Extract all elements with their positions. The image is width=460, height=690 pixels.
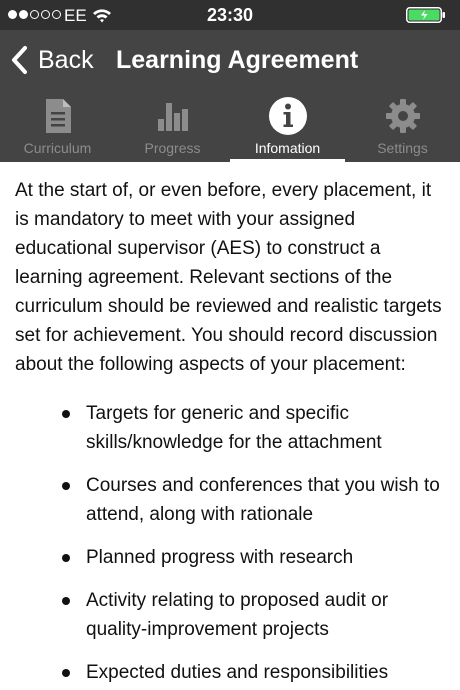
tab-label: Curriculum [23,140,92,156]
aspects-list: Targets for generic and specific skills/… [0,399,460,687]
document-icon [45,99,71,133]
tab-information[interactable]: Infomation [230,90,345,162]
list-item-text: Planned progress with research [86,547,354,568]
back-button[interactable]: Back [10,42,94,78]
back-button-label: Back [38,46,94,74]
tab-progress[interactable]: Progress [115,90,230,162]
list-item: Activity relating to proposed audit or q… [62,586,444,644]
list-item-text: Activity relating to proposed audit or q… [86,590,389,640]
screen: EE 23:30 Back Learning Agreement Curricu… [0,0,460,690]
bullet-icon [62,669,70,677]
information-content[interactable]: At the start of, or even before, every p… [0,162,460,690]
tab-label: Infomation [254,140,321,156]
list-item-text: Targets for generic and specific skills/… [86,403,382,453]
chevron-left-icon [12,46,27,74]
page-title: Learning Agreement [116,46,359,74]
gear-icon [385,99,420,133]
list-item: Courses and conferences that you wish to… [62,471,444,529]
list-item: Planned progress with research [62,543,444,572]
intro-paragraph: At the start of, or even before, every p… [15,180,442,375]
bullet-icon [62,410,70,418]
list-item: Targets for generic and specific skills/… [62,399,444,457]
tab-bar: Curriculum Progress Infomation Settings [0,90,460,162]
bullet-icon [62,597,70,605]
status-bar: EE 23:30 [0,0,460,30]
tab-label: Settings [377,140,428,156]
bullet-icon [62,554,70,562]
list-item-text: Courses and conferences that you wish to… [86,475,440,525]
battery-icon [406,7,445,23]
tab-curriculum[interactable]: Curriculum [0,90,115,162]
bullet-icon [62,482,70,490]
tab-settings[interactable]: Settings [345,90,460,162]
list-item-text: Expected duties and responsibilities [86,662,389,683]
tab-label: Progress [144,140,201,156]
navigation-bar: Back Learning Agreement [0,30,460,90]
list-item: Expected duties and responsibilities [62,658,444,687]
info-icon [268,97,307,135]
status-time: 23:30 [206,5,254,25]
bar-chart-icon [157,103,188,131]
